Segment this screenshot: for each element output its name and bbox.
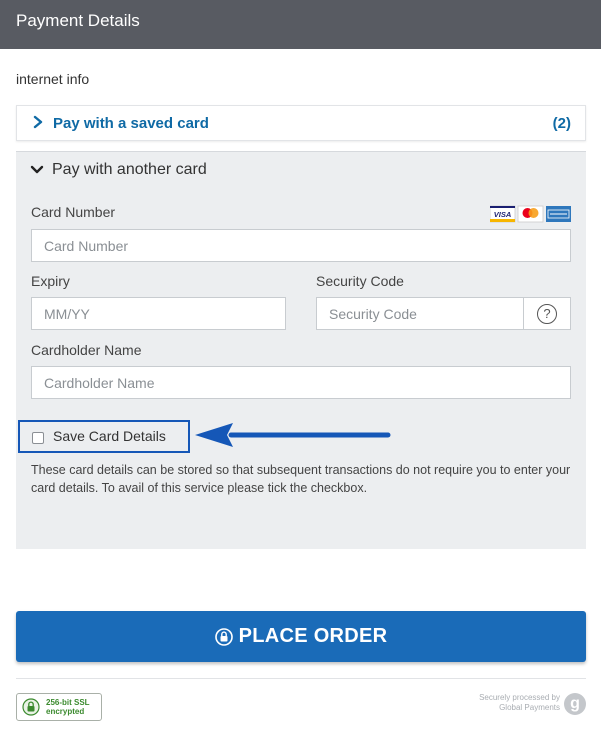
security-code-label: Security Code (316, 273, 404, 289)
place-order-button[interactable]: PLACE ORDER (16, 611, 586, 662)
cardholder-input[interactable] (31, 366, 571, 399)
ssl-badge: 256-bit SSL encrypted (16, 693, 102, 721)
global-payments-logo: g (564, 693, 586, 715)
new-card-panel: Pay with another card Card Number VISA E… (16, 151, 586, 549)
visa-logo: VISA (490, 205, 516, 223)
card-brand-logos: VISA (490, 205, 571, 223)
ssl-lock-icon (22, 698, 40, 716)
chevron-down-icon[interactable] (30, 163, 44, 177)
svg-text:VISA: VISA (494, 210, 512, 219)
page-header: Payment Details (0, 0, 601, 49)
footer-divider (16, 678, 586, 679)
security-code-input[interactable] (316, 297, 524, 330)
ssl-line-1: 256-bit SSL (46, 698, 90, 707)
lock-icon (214, 627, 233, 646)
question-icon: ? (537, 304, 557, 324)
ssl-line-2: encrypted (46, 707, 85, 716)
annotation-arrow-icon (195, 423, 391, 447)
processed-line-2: Global Payments (499, 703, 560, 712)
new-card-title[interactable]: Pay with another card (52, 161, 207, 179)
card-number-input[interactable] (31, 229, 571, 262)
chevron-right-icon (33, 115, 43, 129)
merchant-info: internet info (16, 71, 90, 87)
mastercard-logo (517, 205, 544, 223)
place-order-label: PLACE ORDER (238, 625, 388, 647)
save-card-highlight: Save Card Details (18, 420, 190, 453)
saved-card-count: (2) (552, 115, 571, 132)
save-card-label[interactable]: Save Card Details (53, 428, 166, 444)
processed-line-1: Securely processed by (479, 693, 560, 702)
amex-logo (546, 206, 571, 222)
save-card-description: These card details can be stored so that… (31, 463, 571, 495)
save-card-checkbox[interactable] (32, 432, 44, 444)
page-title: Payment Details (16, 11, 140, 30)
processed-by-text: Securely processed by Global Payments (430, 693, 560, 713)
card-number-label: Card Number (31, 204, 116, 220)
saved-card-accordion[interactable]: Pay with a saved card (2) (16, 105, 586, 141)
expiry-label: Expiry (31, 273, 70, 289)
saved-card-label: Pay with a saved card (53, 115, 209, 132)
expiry-input[interactable] (31, 297, 286, 330)
security-code-help-button[interactable]: ? (524, 297, 571, 330)
cardholder-label: Cardholder Name (31, 342, 142, 358)
